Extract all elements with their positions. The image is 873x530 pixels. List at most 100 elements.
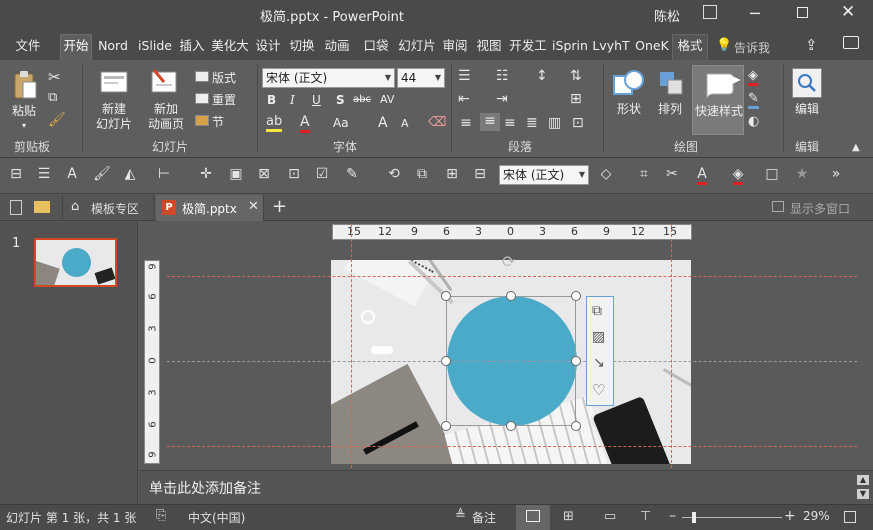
crop-frame-icon[interactable]: ⌗ [634, 166, 654, 182]
rotate-icon[interactable]: ⟲ [384, 166, 404, 182]
crosshair-icon[interactable]: ✛ [196, 166, 216, 182]
align-text-icon[interactable]: ⊞ [570, 91, 582, 107]
layout-icon[interactable] [195, 71, 209, 82]
new-animation-label-2[interactable]: 动画页 [138, 117, 194, 132]
shape-style-icon[interactable]: ⧉ [592, 303, 602, 319]
resize-handle[interactable] [441, 421, 451, 431]
font-color-qat-icon[interactable]: A [692, 166, 712, 185]
format-painter-icon[interactable]: 🖌 [48, 112, 66, 128]
ribbon-display-options-icon[interactable] [703, 5, 717, 19]
tell-me-search[interactable]: 告诉我 [734, 39, 770, 56]
highlight-icon[interactable]: ab [266, 114, 283, 132]
rotate-handle-icon[interactable]: ⟳ [502, 252, 515, 271]
shape-effects-icon[interactable]: ◐ [748, 114, 759, 129]
zoom-slider-thumb[interactable] [692, 512, 696, 523]
change-case-button[interactable]: Aa [333, 116, 349, 130]
group-icon[interactable]: ⊠ [254, 166, 274, 182]
underline-button[interactable]: U [312, 93, 321, 107]
resize-arrow-icon[interactable]: ↘ [593, 355, 605, 371]
resize-handle[interactable] [506, 291, 516, 301]
collapse-ribbon-icon[interactable]: ▲ [852, 142, 860, 153]
clear-format-icon[interactable]: ⌫ [428, 115, 446, 130]
tab-format[interactable]: 格式 [672, 34, 708, 60]
strikethrough-button[interactable]: abc [353, 94, 371, 105]
tag-icon[interactable]: ◇ [596, 166, 616, 182]
tab-ispring[interactable]: iSprin [550, 35, 590, 57]
tab-nord[interactable]: Nord [95, 35, 131, 57]
edit-icon[interactable]: ✎ [342, 166, 362, 182]
increase-indent-icon[interactable]: ⇥ [496, 91, 508, 107]
font-color-icon[interactable]: A [300, 114, 310, 133]
cut-icon[interactable]: ✂ [48, 68, 61, 86]
copy-icon[interactable]: ⧉ [48, 90, 57, 105]
shapes-icon[interactable] [612, 68, 646, 102]
notes-icon[interactable]: ≜ [455, 508, 466, 523]
zoom-level[interactable]: 29% [803, 509, 830, 523]
font-size-select[interactable]: 44 ▼ [397, 68, 445, 88]
zoom-in-icon[interactable]: + [784, 508, 796, 524]
notes-button[interactable]: 备注 [472, 509, 496, 526]
triangle-ruler-icon[interactable]: ◭ [120, 166, 140, 182]
shape-outline-icon[interactable]: ✎ [748, 91, 759, 109]
minimize-icon[interactable]: ─ [750, 4, 760, 23]
tab-design[interactable]: 设计 [253, 35, 283, 57]
new-slide-label-2[interactable]: 幻灯片 [88, 117, 140, 132]
layout-button[interactable]: 版式 [212, 69, 236, 86]
multi-window-button[interactable]: 显示多窗口 [790, 200, 850, 217]
bold-button[interactable]: B [267, 93, 276, 107]
tab-islide[interactable]: iSlide [136, 35, 174, 57]
star-icon[interactable]: ★ [792, 166, 812, 182]
guide-line[interactable] [671, 224, 672, 468]
paste-button[interactable]: 粘贴 [6, 104, 42, 119]
copy-format-icon[interactable]: ⊞ [442, 166, 462, 182]
columns-icon[interactable]: ▥ [548, 115, 561, 131]
more-icon[interactable]: » [826, 166, 846, 182]
reset-button[interactable]: 重置 [212, 91, 236, 108]
tab-insert[interactable]: 插入 [177, 35, 207, 57]
qat-font-select[interactable]: 宋体 (正文) ▼ [499, 165, 589, 185]
tab-pocket[interactable]: 口袋 [358, 35, 394, 57]
resize-handle[interactable] [506, 421, 516, 431]
select-icon[interactable]: ☑ [312, 166, 332, 182]
layers-icon[interactable]: ▣ [226, 166, 246, 182]
shadow-button[interactable]: S [336, 93, 345, 107]
shape-fill-icon[interactable]: ◈ [748, 68, 758, 86]
find-icon[interactable] [792, 68, 822, 98]
fit-to-window-icon[interactable] [844, 511, 856, 523]
tab-review[interactable]: 审阅 [440, 35, 470, 57]
section-button[interactable]: 节 [212, 113, 224, 130]
file-tab[interactable]: P 极简.pptx ✕ [156, 195, 264, 221]
tab-onekey[interactable]: OneK [633, 35, 671, 57]
italic-button[interactable]: I [290, 93, 295, 107]
align-right-icon[interactable]: ≡ [504, 115, 516, 131]
add-tab-icon[interactable]: + [272, 196, 287, 217]
spellcheck-icon[interactable]: ⎘ [156, 508, 166, 523]
notes-pane[interactable]: 单击此处添加备注 ▲ ▼ [139, 470, 873, 504]
new-slide-label[interactable]: 新建 [88, 102, 140, 117]
shrink-font-button[interactable]: A [401, 117, 409, 130]
guide-line[interactable] [167, 276, 857, 277]
language-indicator[interactable]: 中文(中国) [188, 509, 245, 526]
resize-handle[interactable] [441, 291, 451, 301]
comments-icon[interactable] [843, 36, 859, 49]
brush-icon[interactable]: 🖌 [92, 166, 112, 182]
paste-icon[interactable] [12, 70, 38, 100]
font-name-select[interactable]: 宋体 (正文) ▼ [262, 68, 395, 88]
grow-font-button[interactable]: A [378, 115, 388, 131]
text-direction-icon[interactable]: ⇅ [570, 68, 582, 84]
outline-qat-icon[interactable]: □ [762, 166, 782, 182]
tab-slideshow[interactable]: 幻灯片 [397, 35, 437, 57]
picture-fill-icon[interactable]: ▨ [592, 329, 605, 345]
numbering-icon[interactable]: ☷ [496, 68, 509, 84]
close-icon[interactable]: ✕ [841, 2, 855, 22]
reading-view-icon[interactable]: ▭ [604, 509, 616, 524]
align-objects-icon[interactable]: ⊟ [470, 166, 490, 182]
justify-icon[interactable]: ≣ [526, 115, 538, 131]
reset-icon[interactable] [195, 93, 209, 104]
maximize-icon[interactable] [797, 7, 808, 18]
text-icon[interactable]: A [62, 166, 82, 182]
multi-window-icon[interactable] [772, 201, 784, 212]
crop-icon[interactable]: ⊡ [284, 166, 304, 182]
arrange-icon[interactable] [656, 68, 686, 102]
align-left-icon[interactable]: ≡ [460, 115, 472, 131]
